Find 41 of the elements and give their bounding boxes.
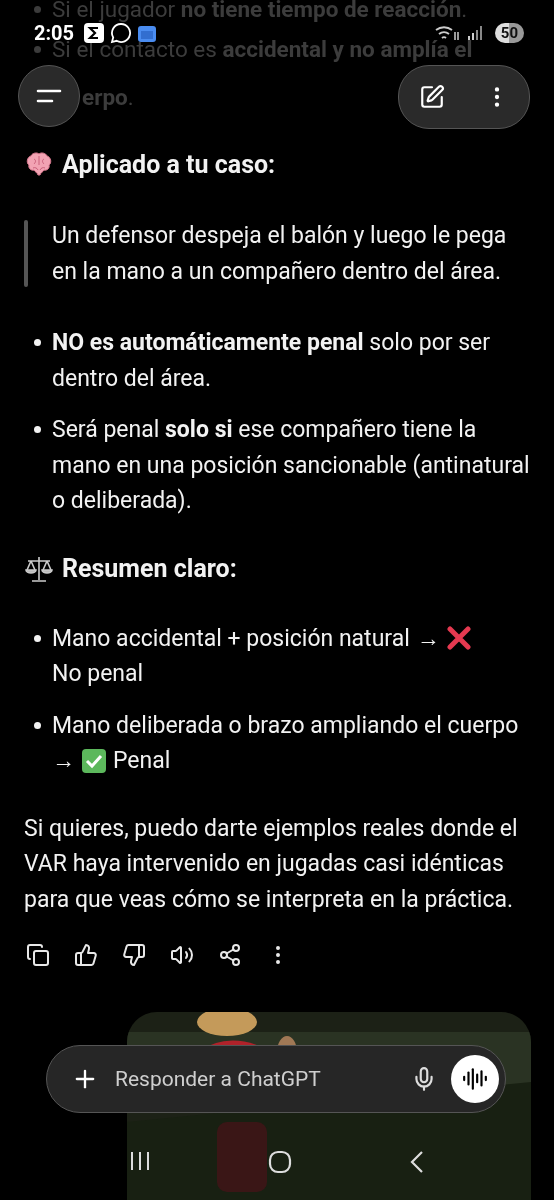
signal-icon [466,25,483,41]
list-item-text: Si el jugador no tiene tiempo de reacción. [52,0,468,24]
check-mark-icon [82,748,106,773]
battery-indicator: 50 [494,23,524,43]
bullet-icon [34,721,41,729]
bullet-icon [34,45,41,53]
section-heading: Aplicado a tu caso: [62,149,276,181]
closing-paragraph: Si quieres, puedo darte ejemplos reales donde el VAR haya intervenido en jugadas casi idénticas para que veas cómo se interpreta en la práctica. [24,813,519,915]
new-chat-icon[interactable] [418,84,445,110]
bullet-icon [34,5,41,13]
wifi-icon [434,24,461,42]
share-icon[interactable] [218,943,242,967]
back-icon[interactable] [409,1150,426,1174]
bullet-icon [34,339,41,347]
thumbs-down-icon[interactable] [122,943,146,967]
cross-mark-icon [446,626,471,651]
speaker-icon[interactable] [170,943,194,967]
arrow-text: → [416,623,440,654]
chat-bubble-icon [110,22,133,44]
waveform-icon [462,1066,488,1092]
quote-bar [24,220,28,287]
list-item-text: Mano deliberada o brazo ampliando el cuerpo [52,710,519,741]
copy-icon[interactable] [26,943,50,967]
thumbs-up-icon[interactable] [74,943,98,967]
list-item-text: Mano accidental + posición natural [52,623,410,654]
list-item-text: Será penal solo si ese compañero tiene la mano en una posición sancionable (antinatural o deliberada). [52,416,530,514]
bullet-icon [34,426,41,434]
list-item-text: No penal [52,659,144,689]
arrow-text: → [52,746,75,776]
list-item-text: NO es automáticamente penal solo por ser dentro del área. [52,329,491,392]
calendar-icon [138,24,157,42]
list-item-text: erpo. [82,83,134,112]
list-item-text: Penal [113,746,171,776]
home-icon[interactable] [268,1150,292,1174]
sigma-app-icon [84,23,105,43]
section-heading: Resumen claro: [62,552,237,585]
voice-mode-button[interactable] [451,1055,499,1103]
quote-text: Un defensor despeja el balón y luego le pega en la mano a un compañero dentro del área. [52,221,508,287]
recent-apps-icon[interactable] [128,1150,151,1172]
message-input[interactable]: Responder a ChatGPT [113,1066,397,1092]
bullet-icon [34,634,41,642]
